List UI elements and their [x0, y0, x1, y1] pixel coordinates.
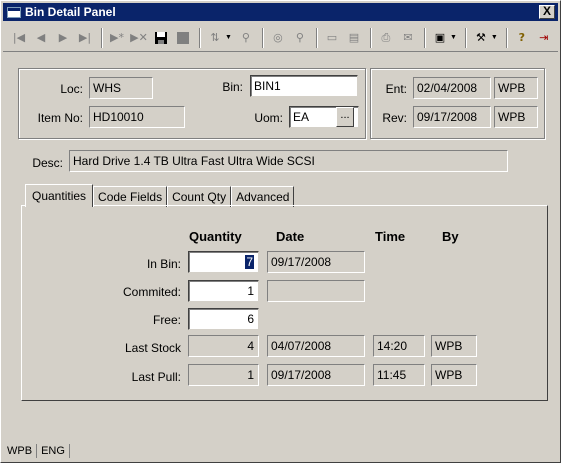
time-column-header: Time [375, 229, 406, 244]
status-user: WPB [3, 444, 38, 458]
last-record-icon[interactable]: ▶| [75, 28, 95, 48]
by-column-header: By [442, 229, 459, 244]
toolbar-separator [101, 27, 103, 48]
chevron-down-icon[interactable]: ▼ [450, 34, 457, 41]
bin-detail-window: Bin Detail Panel X |◀ ◀ ▶ ▶| ▶* ▶✕ ⇅ ▼ ⚲ … [0, 0, 561, 463]
last-stock-qty-field: 4 [188, 335, 259, 357]
tools-icon[interactable]: ⚒ [471, 28, 491, 48]
last-pull-label: Last Pull: [131, 370, 181, 384]
app-window-icon [7, 6, 21, 18]
ent-by-field: WPB [494, 77, 538, 99]
ent-date-field: 02/04/2008 [413, 77, 491, 99]
toolbar-separator [369, 27, 372, 48]
ent-label: Ent: [385, 82, 407, 96]
document-icon[interactable]: ▤ [344, 28, 364, 48]
uom-lookup-button[interactable]: ... [336, 107, 354, 127]
last-pull-by-field: WPB [431, 364, 477, 386]
committed-label: Commited: [122, 285, 181, 299]
toolbar-separator [505, 27, 508, 48]
tab-advanced[interactable]: Advanced [231, 186, 295, 207]
in-bin-qty-value: 7 [245, 255, 254, 269]
zoom-icon[interactable]: ⚲ [290, 28, 310, 48]
toolbar-separator [315, 27, 318, 48]
toolbar-separator [464, 27, 467, 48]
rev-by-field: WPB [494, 106, 538, 128]
title-bar: Bin Detail Panel X [3, 3, 558, 21]
window-title: Bin Detail Panel [25, 5, 116, 19]
filter-icon[interactable]: ⇅ [205, 28, 225, 48]
committed-qty-input[interactable]: 1 [188, 280, 259, 302]
last-stock-time-field: 14:20 [373, 335, 425, 357]
report-icon[interactable]: ▣ [430, 28, 450, 48]
email-icon[interactable]: ✉ [398, 28, 418, 48]
last-stock-date-field: 04/07/2008 [267, 335, 365, 357]
cancel-icon[interactable] [173, 28, 193, 48]
help-icon[interactable]: ? [512, 28, 532, 48]
save-icon[interactable] [151, 28, 171, 48]
exit-icon[interactable]: ⇥ [534, 28, 554, 48]
bin-input[interactable]: BIN1 [250, 75, 358, 97]
find-icon[interactable]: ⚲ [236, 28, 256, 48]
tab-count-qty[interactable]: Count Qty [167, 186, 232, 207]
in-bin-label: In Bin: [146, 257, 181, 271]
first-record-icon[interactable]: |◀ [9, 28, 29, 48]
desc-field: Hard Drive 1.4 TB Ultra Fast Ultra Wide … [69, 150, 508, 172]
status-bar: WPB ENG [3, 442, 558, 460]
status-language: ENG [37, 444, 70, 458]
free-label: Free: [152, 313, 181, 327]
last-pull-date-field: 09/17/2008 [267, 364, 365, 386]
last-stock-label: Last Stock [124, 341, 181, 355]
item-no-label: Item No: [37, 111, 83, 125]
next-record-icon[interactable]: ▶ [53, 28, 73, 48]
chevron-down-icon[interactable]: ▼ [491, 34, 498, 41]
loc-label: Loc: [60, 82, 83, 96]
loc-field: WHS [89, 77, 153, 99]
close-button[interactable]: X [539, 5, 555, 19]
chevron-down-icon[interactable]: ▼ [225, 34, 232, 41]
print-icon[interactable]: ⎙ [376, 28, 396, 48]
search-web-icon[interactable]: ◎ [268, 28, 288, 48]
rev-date-field: 09/17/2008 [413, 106, 491, 128]
toolbar-separator [423, 27, 426, 48]
toolbar-separator [261, 27, 264, 48]
tab-strip: Quantities Code Fields Count Qty Advance… [25, 184, 295, 207]
insert-record-icon[interactable]: ▶* [107, 28, 127, 48]
date-column-header: Date [276, 229, 305, 244]
tab-quantities[interactable]: Quantities [25, 184, 94, 207]
delete-record-icon[interactable]: ▶✕ [129, 28, 149, 48]
last-pull-time-field: 11:45 [373, 364, 425, 386]
last-pull-qty-field: 1 [188, 364, 259, 386]
bin-label: Bin: [222, 80, 243, 94]
prev-record-icon[interactable]: ◀ [31, 28, 51, 48]
committed-date-field [267, 280, 365, 302]
rev-label: Rev: [382, 111, 407, 125]
in-bin-qty-input[interactable]: 7 [188, 251, 259, 273]
toolbar: |◀ ◀ ▶ ▶| ▶* ▶✕ ⇅ ▼ ⚲ ◎ ⚲ ▭ ▤ ⎙ ✉ ▣ ▼ ⚒ ▼ ?… [3, 24, 558, 52]
tab-code-fields[interactable]: Code Fields [93, 186, 168, 207]
quantity-column-header: Quantity [189, 229, 242, 244]
last-stock-by-field: WPB [431, 335, 477, 357]
free-qty-input[interactable]: 6 [188, 308, 259, 330]
form-view-icon[interactable]: ▭ [322, 28, 342, 48]
item-no-field: HD10010 [89, 106, 185, 128]
in-bin-date-field: 09/17/2008 [267, 251, 365, 273]
uom-label: Uom: [254, 111, 283, 125]
toolbar-separator [199, 27, 201, 48]
desc-label: Desc: [32, 156, 63, 170]
